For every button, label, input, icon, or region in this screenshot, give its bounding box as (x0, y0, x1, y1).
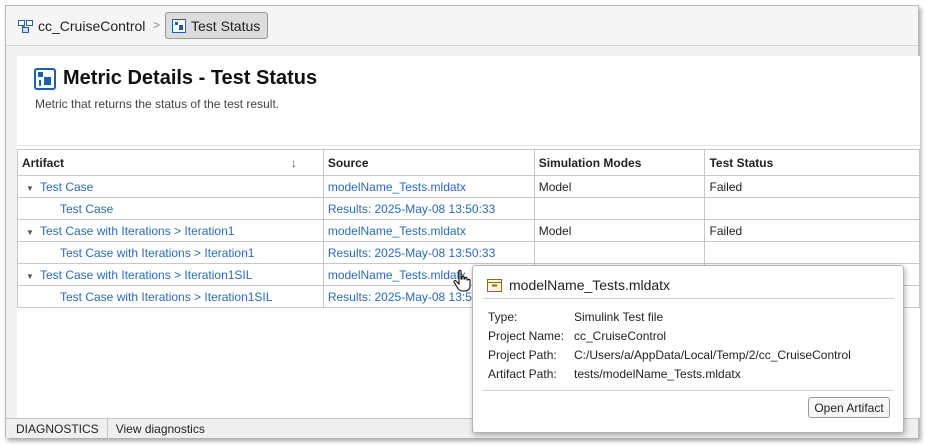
column-header-source[interactable]: Source (322, 149, 535, 176)
simulation-mode-cell (533, 241, 706, 264)
breadcrumb-current[interactable]: Test Status (165, 12, 268, 39)
breadcrumb-separator: > (153, 18, 161, 32)
divider (483, 390, 894, 391)
page-subtitle: Metric that returns the status of the te… (35, 97, 280, 111)
source-link[interactable]: modelName_Tests.mldatx (328, 268, 466, 282)
toolbar-strip (17, 120, 920, 146)
page-title: Metric Details - Test Status (34, 67, 317, 90)
table-row[interactable]: ▼ Test Case modelName_Tests.mldatx Model … (17, 175, 920, 198)
field-project-path: Project Path: C:/Users/a/AppData/Local/Te… (488, 348, 851, 362)
source-link[interactable]: modelName_Tests.mldatx (328, 180, 466, 194)
field-artifact-path: Artifact Path: tests/modelName_Tests.mlda… (488, 367, 741, 381)
tooltip-title: modelName_Tests.mldatx (487, 277, 670, 293)
source-link[interactable]: Results: 2025-May-08 13:50:33 (328, 202, 495, 216)
table-row[interactable]: ▼ Test Case with Iterations > Iteration1 … (17, 219, 920, 242)
artifact-link[interactable]: Test Case with Iterations > Iteration1 (40, 224, 234, 238)
simulation-mode-cell: Model (533, 219, 706, 242)
artifact-link[interactable]: Test Case with Iterations > Iteration1SI… (60, 290, 272, 304)
breadcrumb-project-label: cc_CruiseControl (38, 18, 146, 34)
diagnostics-tab[interactable]: DIAGNOSTICS (6, 418, 108, 439)
view-diagnostics-link[interactable]: View diagnostics (108, 422, 205, 436)
field-type: Type: Simulink Test file (488, 310, 664, 324)
metric-icon (172, 18, 186, 33)
column-header-test-status[interactable]: Test Status (704, 149, 920, 176)
project-icon (18, 20, 33, 33)
tooltip-title-label: modelName_Tests.mldatx (509, 277, 671, 293)
column-header-simulation-modes[interactable]: Simulation Modes (533, 149, 706, 176)
artifact-link[interactable]: Test Case with Iterations > Iteration1SI… (40, 268, 252, 282)
divider (483, 298, 894, 299)
artifact-link[interactable]: Test Case (40, 180, 93, 194)
artifact-tooltip: modelName_Tests.mldatx Type: Simulink Tes… (472, 265, 904, 433)
column-header-artifact[interactable]: Artifact ↓ (17, 149, 324, 176)
breadcrumb-current-label: Test Status (191, 17, 261, 34)
page-header: Metric Details - Test Status Metric that… (17, 56, 920, 120)
sort-down-icon[interactable]: ↓ (291, 156, 297, 170)
page-title-label: Metric Details - Test Status (63, 67, 318, 89)
field-project-name: Project Name: cc_CruiseControl (488, 329, 667, 343)
simulation-mode-cell: Model (533, 175, 706, 198)
metric-icon (34, 67, 56, 90)
open-artifact-button[interactable]: Open Artifact (808, 397, 890, 418)
source-link[interactable]: Results: 2025-May-08 13:50:33 (328, 246, 495, 260)
artifact-link[interactable]: Test Case with Iterations > Iteration1 (60, 246, 254, 260)
test-status-cell: Failed (704, 219, 920, 242)
artifact-link[interactable]: Test Case (60, 202, 113, 216)
table-header-row: Artifact ↓ Source Simulation Modes Test S… (17, 149, 920, 176)
collapse-triangle-icon[interactable]: ▼ (22, 184, 40, 193)
breadcrumb: cc_CruiseControl > Test Status (6, 6, 918, 46)
table-row[interactable]: Test Case Results: 2025-May-08 13:50:33 (17, 197, 920, 220)
collapse-triangle-icon[interactable]: ▼ (22, 228, 40, 237)
collapse-triangle-icon[interactable]: ▼ (22, 272, 40, 281)
test-status-cell (704, 197, 920, 220)
test-status-cell: Failed (704, 175, 920, 198)
file-archive-icon (487, 278, 502, 292)
test-status-cell (704, 241, 920, 264)
source-link[interactable]: modelName_Tests.mldatx (328, 224, 466, 238)
table-row[interactable]: Test Case with Iterations > Iteration1 R… (17, 241, 920, 264)
hand-cursor-icon (453, 269, 471, 292)
breadcrumb-project[interactable]: cc_CruiseControl (18, 16, 145, 36)
simulation-mode-cell (533, 197, 706, 220)
